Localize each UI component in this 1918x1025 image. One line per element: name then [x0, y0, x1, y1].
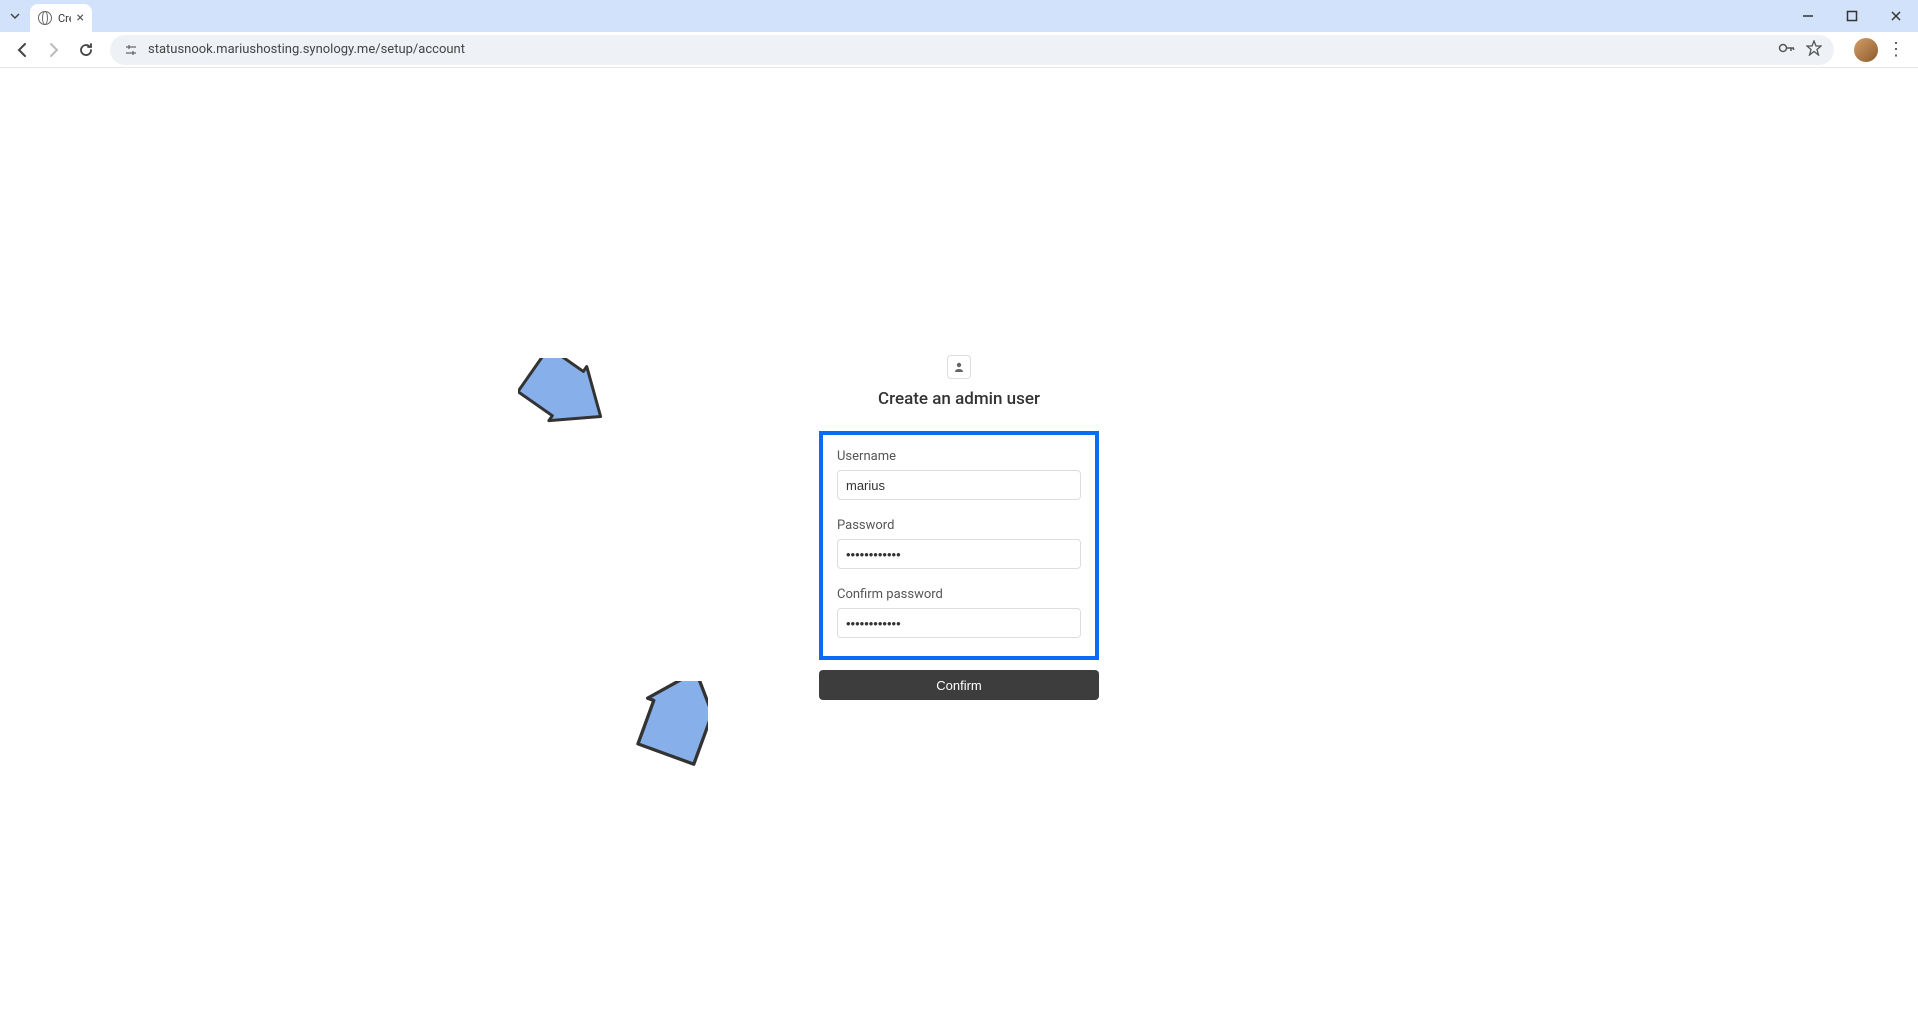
- menu-button[interactable]: ⋮: [1882, 36, 1910, 64]
- tab-title: Cre: [58, 12, 71, 25]
- browser-toolbar: statusnook.mariushosting.synology.me/set…: [0, 32, 1918, 68]
- setup-form-container: Create an admin user Username Password C…: [819, 355, 1099, 700]
- tab-close-icon[interactable]: ×: [77, 10, 84, 26]
- browser-tab-bar: Cre ×: [0, 0, 1918, 32]
- reload-button[interactable]: [72, 36, 100, 64]
- browser-tab[interactable]: Cre ×: [30, 4, 92, 32]
- window-maximize-button[interactable]: [1830, 0, 1874, 32]
- url-text: statusnook.mariushosting.synology.me/set…: [148, 42, 1770, 57]
- page-content: Create an admin user Username Password C…: [0, 68, 1918, 1025]
- username-group: Username: [837, 449, 1081, 500]
- confirm-password-group: Confirm password: [837, 587, 1081, 638]
- address-bar[interactable]: statusnook.mariushosting.synology.me/set…: [110, 35, 1834, 65]
- tab-search-dropdown[interactable]: [6, 7, 24, 25]
- window-minimize-button[interactable]: [1786, 0, 1830, 32]
- window-controls: [1786, 0, 1918, 32]
- username-input[interactable]: [837, 470, 1081, 500]
- profile-avatar[interactable]: [1854, 38, 1878, 62]
- window-close-button[interactable]: [1874, 0, 1918, 32]
- confirm-password-label: Confirm password: [837, 587, 1081, 602]
- password-group: Password: [837, 518, 1081, 569]
- forward-button[interactable]: [40, 36, 68, 64]
- username-label: Username: [837, 449, 1081, 464]
- tab-favicon-globe-icon: [38, 11, 52, 25]
- password-key-icon[interactable]: [1778, 41, 1796, 59]
- password-label: Password: [837, 518, 1081, 533]
- page-title: Create an admin user: [819, 389, 1099, 409]
- user-icon: [947, 355, 971, 379]
- back-button[interactable]: [8, 36, 36, 64]
- annotation-arrow-to-form-icon: [518, 358, 613, 428]
- annotation-arrow-to-button-icon: [628, 681, 708, 781]
- bookmark-star-icon[interactable]: [1806, 40, 1822, 60]
- confirm-password-input[interactable]: [837, 608, 1081, 638]
- password-input[interactable]: [837, 539, 1081, 569]
- form-highlight-box: Username Password Confirm password: [819, 431, 1099, 660]
- confirm-button[interactable]: Confirm: [819, 670, 1099, 700]
- site-settings-icon[interactable]: [122, 41, 140, 59]
